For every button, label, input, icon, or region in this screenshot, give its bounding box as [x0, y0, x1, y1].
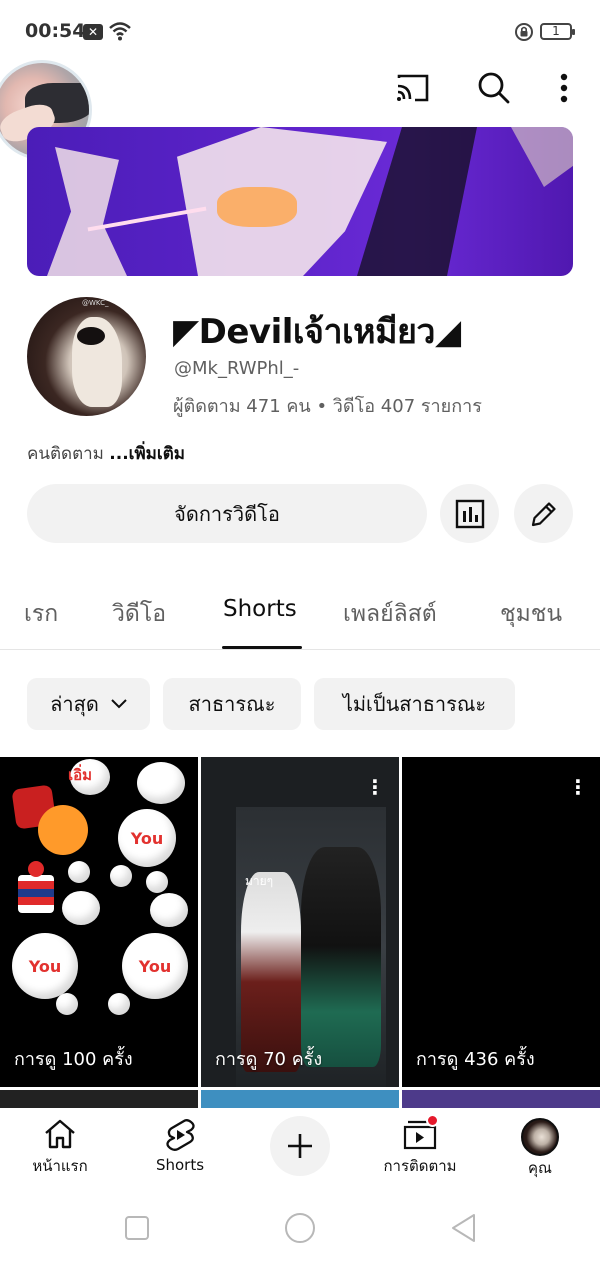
nav-subscriptions[interactable]: การติดตาม — [360, 1114, 480, 1178]
wifi-icon — [109, 22, 131, 41]
rotation-lock-icon — [515, 23, 533, 41]
home-circle-icon[interactable] — [284, 1212, 316, 1244]
active-tab-indicator — [222, 646, 302, 649]
analytics-icon — [455, 499, 484, 528]
battery-icon: 1 — [540, 23, 575, 40]
edit-channel-button[interactable] — [514, 484, 573, 543]
short-overlay-text: เอิ่ม — [68, 766, 93, 784]
plus-icon — [288, 1134, 312, 1158]
recents-icon[interactable] — [124, 1215, 150, 1241]
create-button[interactable] — [270, 1116, 330, 1176]
back-icon[interactable] — [450, 1213, 478, 1243]
short-overlay-text: มายๆ — [245, 874, 274, 888]
nav-shorts-label: Shorts — [155, 1156, 205, 1174]
nav-you[interactable]: คุณ — [480, 1118, 600, 1180]
tab-home[interactable]: เรก — [24, 596, 58, 632]
status-time: 00:54 — [25, 20, 86, 42]
nav-shorts[interactable]: Shorts — [120, 1118, 240, 1174]
short-card[interactable]: มายๆ ⋮ การดู 70 ครั้ง — [201, 757, 399, 1087]
short-card-peek — [0, 1090, 198, 1110]
bottom-navigation: หน้าแรก Shorts การติดตาม คุณ — [0, 1108, 600, 1188]
public-filter-chip[interactable]: สาธารณะ — [163, 678, 301, 730]
status-bar: 00:54 ✕ 1 — [0, 0, 600, 62]
home-icon — [45, 1119, 75, 1149]
channel-stats: ผู้ติดตาม 471 คน • วิดีโอ 407 รายการ — [173, 396, 482, 417]
you-bubble-text: You — [130, 828, 164, 848]
sort-chip[interactable]: ล่าสุด — [27, 678, 150, 730]
tab-shorts[interactable]: Shorts — [223, 596, 297, 622]
nav-you-label: คุณ — [528, 1159, 552, 1177]
short-card-peek — [402, 1090, 600, 1110]
short-view-count: การดู 100 ครั้ง — [14, 1049, 133, 1070]
channel-handle: @Mk_RWPhl_- — [174, 358, 300, 379]
edit-icon — [531, 501, 556, 526]
more-vert-icon[interactable]: ⋮ — [568, 775, 588, 799]
description-more-link[interactable]: ...เพิ่มเติม — [109, 444, 185, 464]
search-icon[interactable] — [476, 70, 512, 106]
nav-subscriptions-label: การติดตาม — [383, 1157, 457, 1175]
description-text: คนติดตาม — [27, 444, 110, 464]
short-view-count: การดู 70 ครั้ง — [215, 1049, 323, 1070]
analytics-button[interactable] — [440, 484, 499, 543]
chevron-down-icon — [111, 699, 127, 709]
short-card[interactable]: ⋮ การดู 436 ครั้ง — [402, 757, 600, 1087]
more-vert-icon[interactable] — [546, 70, 582, 106]
notification-dot — [426, 1114, 439, 1127]
system-navigation-bar — [0, 1188, 600, 1267]
channel-name: ◤Devilเจ้าเหมียว◢ — [173, 312, 461, 352]
cast-icon[interactable] — [395, 70, 431, 106]
short-card-peek — [201, 1090, 399, 1110]
channel-avatar[interactable]: @WKC_ — [27, 297, 146, 416]
channel-description[interactable]: คนติดตาม ...เพิ่มเติม — [27, 440, 185, 467]
avatar-tag-text: @WKC_ — [82, 299, 109, 307]
sort-chip-label: ล่าสุด — [50, 692, 99, 716]
channel-banner — [27, 127, 573, 276]
tab-videos[interactable]: วิดีโอ — [112, 596, 166, 632]
more-vert-icon[interactable]: ⋮ — [365, 775, 385, 799]
manage-videos-button[interactable]: จัดการวิดีโอ — [27, 484, 427, 543]
private-filter-chip[interactable]: ไม่เป็นสาธารณะ — [314, 678, 515, 730]
tab-community[interactable]: ชุมชน — [500, 596, 562, 632]
tab-playlists[interactable]: เพลย์ลิสต์ — [343, 596, 437, 632]
shorts-icon — [166, 1119, 195, 1151]
short-view-count: การดู 436 ครั้ง — [416, 1049, 535, 1070]
you-bubble-text: You — [28, 956, 62, 976]
nav-home[interactable]: หน้าแรก — [0, 1118, 120, 1178]
avatar — [521, 1118, 559, 1156]
you-bubble-text: You — [138, 956, 172, 976]
channel-tabs: เรก วิดีโอ Shorts เพลย์ลิสต์ ชุมชน — [0, 570, 600, 650]
notification-icon: ✕ — [83, 24, 103, 40]
short-card[interactable]: เอิ่ม You You You การดู 100 ครั้ง — [0, 757, 198, 1087]
nav-home-label: หน้าแรก — [32, 1157, 88, 1175]
